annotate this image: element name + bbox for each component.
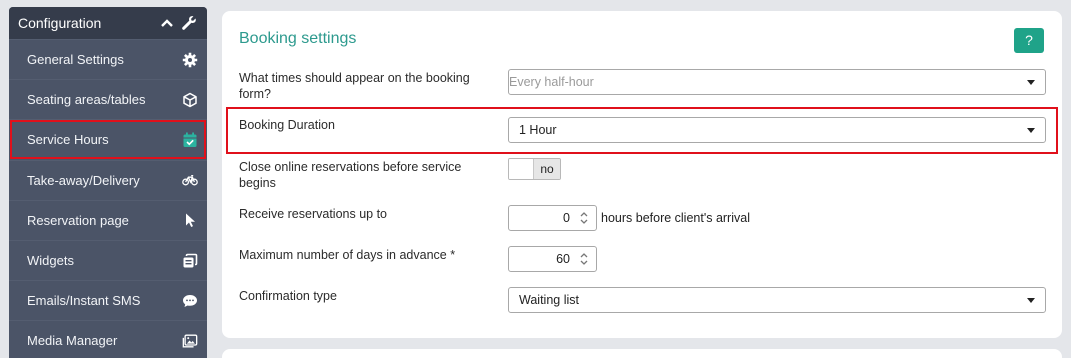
sidebar-item-label: Emails/Instant SMS [27, 293, 141, 309]
help-button[interactable]: ? [1014, 28, 1044, 53]
toggle-knob [509, 159, 533, 179]
confirmation-select-value: Waiting list [519, 293, 579, 307]
gear-icon [182, 52, 198, 68]
sidebar-item-media-manager[interactable]: Media Manager [9, 320, 207, 358]
sidebar-header-configuration[interactable]: Configuration [9, 7, 207, 39]
wrench-icon [182, 16, 196, 30]
sidebar-item-takeaway-delivery[interactable]: Take-away/Delivery [9, 159, 207, 200]
sidebar-item-seating-areas[interactable]: Seating areas/tables [9, 79, 207, 119]
sidebar-item-label: Widgets [27, 253, 74, 269]
max-days-label: Maximum number of days in advance * [239, 248, 456, 262]
cursor-icon [182, 212, 198, 228]
calendar-check-icon [182, 132, 198, 148]
image-icon [182, 333, 198, 349]
receive-up-to-suffix: hours before client's arrival [601, 211, 750, 225]
confirmation-label: Confirmation type [239, 289, 337, 303]
chevron-up-icon[interactable] [159, 15, 175, 31]
receive-up-to-stepper[interactable]: 0 [508, 205, 597, 231]
bicycle-icon [182, 172, 198, 188]
receive-up-to-label: Receive reservations up to [239, 207, 387, 221]
toggle-value: no [533, 159, 560, 179]
caret-down-icon [1027, 80, 1035, 85]
sidebar-item-label: Reservation page [27, 212, 129, 228]
times-select[interactable]: Every half-hour [508, 69, 1046, 95]
stepper-arrows-icon[interactable] [579, 210, 589, 226]
caret-down-icon [1027, 128, 1035, 133]
times-label: What times should appear on the booking … [239, 71, 470, 101]
caret-down-icon [1027, 298, 1035, 303]
sidebar-item-widgets[interactable]: Widgets [9, 239, 207, 280]
stepper-value: 0 [563, 211, 570, 225]
sidebar-item-label: General Settings [27, 52, 124, 68]
close-online-label: Close online reservations before service… [239, 160, 462, 190]
max-days-stepper[interactable]: 60 [508, 246, 597, 272]
sidebar-item-label: Service Hours [27, 132, 109, 148]
panel-title: Booking settings [239, 30, 357, 47]
times-select-placeholder: Every half-hour [509, 75, 594, 89]
sidebar-item-general-settings[interactable]: General Settings [9, 39, 207, 79]
sidebar: Configuration General Settings Seating a… [9, 7, 207, 358]
duration-label: Booking Duration [239, 118, 335, 132]
sidebar-item-label: Seating areas/tables [27, 92, 146, 108]
sidebar-item-label: Media Manager [27, 333, 118, 349]
widgets-icon [182, 253, 198, 269]
stepper-value: 60 [556, 252, 570, 266]
booking-settings-panel: Booking settings ? What times should app… [222, 11, 1062, 338]
next-panel [222, 349, 1062, 358]
sidebar-item-service-hours[interactable]: Service Hours [9, 119, 207, 159]
chat-bubble-icon [182, 293, 198, 309]
close-online-toggle[interactable]: no [508, 158, 561, 180]
sidebar-item-emails-sms[interactable]: Emails/Instant SMS [9, 280, 207, 320]
duration-select[interactable]: 1 Hour [508, 117, 1046, 143]
sidebar-item-label: Take-away/Delivery [27, 172, 140, 188]
duration-select-value: 1 Hour [519, 123, 557, 137]
stepper-arrows-icon[interactable] [579, 251, 589, 267]
sidebar-header-title: Configuration [18, 15, 102, 31]
confirmation-select[interactable]: Waiting list [508, 287, 1046, 313]
sidebar-item-reservation-page[interactable]: Reservation page [9, 199, 207, 240]
cube-icon [182, 92, 198, 108]
